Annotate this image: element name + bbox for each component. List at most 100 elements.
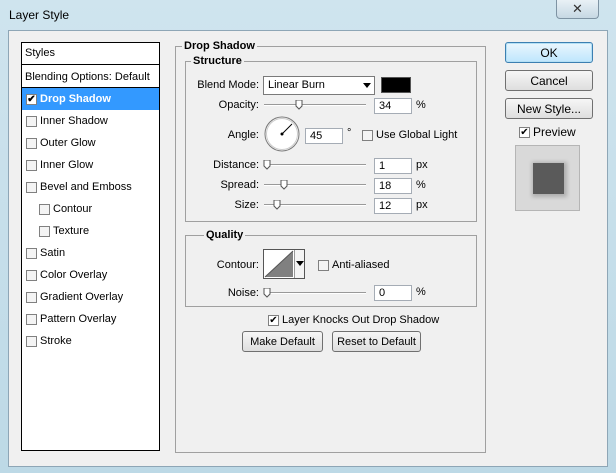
shadow-color-swatch[interactable] xyxy=(381,77,411,93)
blend-mode-label: Blend Mode: xyxy=(197,79,259,91)
style-item-label: Contour xyxy=(53,203,93,215)
chevron-down-icon xyxy=(296,261,304,266)
checkbox[interactable] xyxy=(39,203,50,215)
distance-slider-thumb[interactable] xyxy=(263,160,271,170)
noise-input[interactable]: 0 xyxy=(374,285,412,301)
contour-curve-icon xyxy=(264,250,294,278)
contour-picker[interactable] xyxy=(263,249,305,279)
spread-slider-thumb[interactable] xyxy=(280,180,288,190)
checkbox[interactable] xyxy=(26,115,37,127)
style-item-texture[interactable]: Texture xyxy=(22,220,159,242)
angle-unit: ° xyxy=(347,127,352,139)
distance-label: Distance: xyxy=(213,159,259,171)
styles-header[interactable]: Styles xyxy=(22,43,159,65)
style-item-pattern-overlay[interactable]: Pattern Overlay xyxy=(22,308,159,330)
style-item-satin[interactable]: Satin xyxy=(22,242,159,264)
opacity-slider-thumb[interactable] xyxy=(295,100,303,110)
checkbox[interactable] xyxy=(26,181,37,193)
checkbox[interactable] xyxy=(26,159,37,171)
blending-options-label: Blending Options: Default xyxy=(25,70,150,83)
window-title: Layer Style xyxy=(9,8,70,22)
style-item-label: Color Overlay xyxy=(40,269,108,281)
styles-list: Styles Blending Options: Default ✔ Drop S… xyxy=(21,42,160,451)
anti-aliased-box[interactable] xyxy=(318,259,329,271)
preview-checkbox[interactable]: ✔ Preview xyxy=(519,125,576,139)
checkbox[interactable] xyxy=(26,313,37,325)
size-slider[interactable] xyxy=(264,200,366,210)
style-item-inner-shadow[interactable]: Inner Shadow xyxy=(22,110,159,132)
style-item-drop-shadow[interactable]: ✔ Drop Shadow xyxy=(22,88,159,110)
size-unit: px xyxy=(416,199,428,211)
style-item-outer-glow[interactable]: Outer Glow xyxy=(22,132,159,154)
style-item-gradient-overlay[interactable]: Gradient Overlay xyxy=(22,286,159,308)
spread-input[interactable]: 18 xyxy=(374,178,412,194)
checkbox[interactable] xyxy=(26,247,37,259)
opacity-slider[interactable] xyxy=(264,100,366,110)
checkbox[interactable] xyxy=(26,291,37,303)
preview-label: Preview xyxy=(533,125,576,139)
noise-slider-thumb[interactable] xyxy=(263,288,271,298)
cancel-button[interactable]: Cancel xyxy=(505,70,593,91)
preview-swatch xyxy=(533,163,564,194)
opacity-input[interactable]: 34 xyxy=(374,98,412,114)
style-item-inner-glow[interactable]: Inner Glow xyxy=(22,154,159,176)
distance-unit: px xyxy=(416,159,428,171)
anti-aliased-checkbox[interactable]: Anti-aliased xyxy=(318,259,389,271)
dialog-body: Styles Blending Options: Default ✔ Drop S… xyxy=(8,30,608,467)
title-bar: Layer Style ✕ xyxy=(0,0,616,30)
use-global-light-checkbox[interactable]: Use Global Light xyxy=(362,129,457,141)
anti-aliased-label: Anti-aliased xyxy=(332,259,390,271)
spread-slider[interactable] xyxy=(264,180,366,190)
use-global-light-label: Use Global Light xyxy=(376,129,458,141)
style-item-color-overlay[interactable]: Color Overlay xyxy=(22,264,159,286)
drop-shadow-title: Drop Shadow xyxy=(182,40,257,52)
checkbox[interactable] xyxy=(39,225,50,237)
style-item-bevel-and-emboss[interactable]: Bevel and Emboss xyxy=(22,176,159,198)
close-button[interactable]: ✕ xyxy=(556,0,599,19)
distance-slider[interactable] xyxy=(263,160,366,170)
new-style-button[interactable]: New Style... xyxy=(505,98,593,119)
style-item-contour[interactable]: Contour xyxy=(22,198,159,220)
size-input[interactable]: 12 xyxy=(374,198,412,214)
opacity-unit: % xyxy=(416,99,426,111)
spread-label: Spread: xyxy=(220,179,259,191)
checkbox[interactable] xyxy=(26,335,37,347)
style-item-label: Pattern Overlay xyxy=(40,313,117,325)
reset-to-default-button[interactable]: Reset to Default xyxy=(332,331,421,352)
style-item-stroke[interactable]: Stroke xyxy=(22,330,159,352)
style-item-label: Satin xyxy=(40,247,66,259)
structure-title: Structure xyxy=(191,55,244,67)
size-label: Size: xyxy=(234,199,259,211)
blend-mode-select[interactable]: Linear Burn xyxy=(263,76,375,95)
check-icon[interactable]: ✔ xyxy=(26,93,37,105)
style-item-label: Bevel and Emboss xyxy=(40,181,132,193)
distance-input[interactable]: 1 xyxy=(374,158,412,174)
noise-slider[interactable] xyxy=(263,288,366,298)
use-global-light-box[interactable] xyxy=(362,129,373,141)
preview-thumbnail xyxy=(515,145,580,211)
angle-input[interactable]: 45 xyxy=(305,128,343,144)
angle-dial[interactable] xyxy=(264,116,300,152)
style-item-label: Drop Shadow xyxy=(40,93,111,105)
make-default-button[interactable]: Make Default xyxy=(242,331,323,352)
noise-label: Noise: xyxy=(227,287,259,299)
ok-button[interactable]: OK xyxy=(505,42,593,63)
style-item-label: Texture xyxy=(53,225,90,237)
layer-knocks-out-checkbox[interactable]: ✔ Layer Knocks Out Drop Shadow xyxy=(268,314,439,326)
check-icon[interactable]: ✔ xyxy=(268,314,279,326)
check-icon[interactable]: ✔ xyxy=(519,126,530,138)
chevron-down-icon xyxy=(363,83,371,88)
spread-unit: % xyxy=(416,179,426,191)
close-icon: ✕ xyxy=(572,1,583,16)
checkbox[interactable] xyxy=(26,137,37,149)
angle-label: Angle: xyxy=(227,129,259,141)
size-slider-thumb[interactable] xyxy=(273,200,281,210)
blending-options-item[interactable]: Blending Options: Default xyxy=(22,66,159,88)
style-item-label: Inner Shadow xyxy=(40,115,108,127)
style-item-label: Stroke xyxy=(40,335,72,347)
checkbox[interactable] xyxy=(26,269,37,281)
blend-mode-value: Linear Burn xyxy=(268,79,325,91)
noise-unit: % xyxy=(416,286,426,298)
style-item-label: Outer Glow xyxy=(40,137,96,149)
style-item-label: Inner Glow xyxy=(40,159,94,171)
